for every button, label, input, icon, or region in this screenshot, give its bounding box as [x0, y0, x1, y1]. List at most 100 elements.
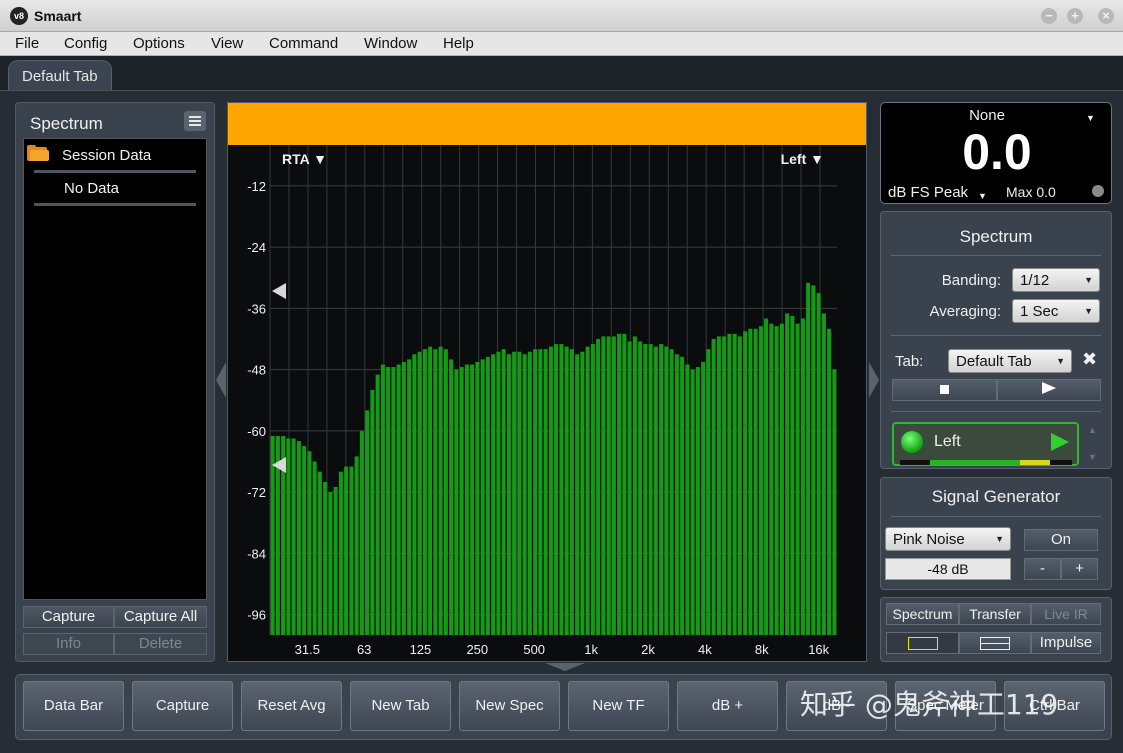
spectrum-bar — [359, 430, 364, 635]
delete-button[interactable]: Delete — [114, 633, 207, 655]
chevron-up-icon[interactable]: ▲ — [1088, 425, 1097, 435]
tools-icon[interactable]: ✖ — [1078, 349, 1101, 372]
transfer-mode-button[interactable]: Transfer — [959, 603, 1031, 625]
generator-on-button[interactable]: On — [1024, 529, 1098, 551]
meter-source[interactable]: None — [881, 107, 1093, 124]
spectrum-bar — [349, 466, 354, 635]
y-tick-label: -48 — [247, 363, 266, 378]
play-icon[interactable] — [1051, 433, 1069, 451]
spectrum-bar — [554, 344, 559, 635]
menu-help[interactable]: Help — [443, 35, 474, 52]
level-up-button[interactable]: + — [1061, 558, 1098, 580]
rta-plot-frame: -12 -24 -36 -48 -60 -72 -84 -96 31.5 63 125 250 500… — [227, 102, 867, 662]
spectrum-bar — [659, 344, 664, 635]
chevron-down-icon[interactable]: ▼ — [1088, 452, 1097, 462]
spectrum-bar — [727, 333, 732, 635]
averaging-select[interactable]: 1 Sec ▼ — [1012, 299, 1100, 323]
spectrum-bar — [732, 333, 737, 635]
channel-strip-left[interactable]: Left — [892, 422, 1079, 466]
menu-command[interactable]: Command — [269, 35, 338, 52]
info-button[interactable]: Info — [23, 633, 114, 655]
chevron-down-icon[interactable]: ▼ — [978, 191, 987, 201]
y-tick-label: -12 — [247, 179, 266, 194]
tab-select[interactable]: Default Tab ▼ — [948, 349, 1072, 373]
menu-window[interactable]: Window — [364, 35, 417, 52]
level-meter[interactable]: None ▼ 0.0 dB FS Peak ▼ Max 0.0 — [880, 102, 1112, 204]
new-tab-button[interactable]: New Tab — [350, 681, 451, 731]
level-down-button[interactable]: - — [1024, 558, 1061, 580]
new-tf-button[interactable]: New TF — [568, 681, 669, 731]
chevron-down-icon[interactable]: ▼ — [1086, 113, 1095, 123]
db-plus-button[interactable]: dB + — [677, 681, 778, 731]
data-list[interactable]: Session Data No Data — [23, 138, 207, 600]
watermark: 知乎 @鬼斧神工119 — [800, 688, 1059, 721]
toolbar-collapse-icon[interactable] — [545, 663, 585, 671]
tab-select-value: Default Tab — [956, 353, 1032, 370]
spectrum-bar — [559, 344, 564, 635]
start-button[interactable] — [997, 379, 1101, 401]
banding-value: 1/12 — [1020, 272, 1050, 289]
minimize-icon[interactable]: − — [1041, 8, 1057, 24]
menu-config[interactable]: Config — [64, 35, 107, 52]
spectrum-bar — [575, 354, 580, 635]
spectrum-bar — [459, 367, 464, 635]
capture-all-button[interactable]: Capture All — [114, 606, 207, 628]
new-spec-button[interactable]: New Spec — [459, 681, 560, 731]
menu-options[interactable]: Options — [133, 35, 185, 52]
capture-button[interactable]: Capture — [23, 606, 114, 628]
channel-selector-label[interactable]: Left ▼ — [781, 151, 824, 167]
maximize-icon[interactable]: + — [1067, 8, 1083, 24]
impulse-button[interactable]: Impulse — [1031, 632, 1101, 654]
rta-mode-label[interactable]: RTA ▼ — [282, 151, 327, 167]
y-tick-label: -96 — [247, 608, 266, 623]
spectrum-bar — [433, 349, 438, 635]
upper-level-handle-icon[interactable] — [272, 283, 286, 299]
spectrum-bar — [496, 351, 501, 635]
meter-type[interactable]: dB FS Peak — [888, 184, 968, 201]
collapse-right-icon[interactable] — [869, 362, 879, 398]
spectrum-bar — [286, 438, 291, 635]
menu-file[interactable]: File — [15, 35, 39, 52]
spectrum-bar — [827, 328, 832, 635]
spectrum-bar — [758, 326, 763, 635]
dual-pane-button[interactable] — [959, 632, 1031, 654]
capture-toolbar-button[interactable]: Capture — [132, 681, 233, 731]
spectrum-bar — [706, 349, 711, 635]
spectrum-bar — [407, 359, 412, 635]
meter-reset-icon[interactable] — [1092, 185, 1104, 197]
spectrum-bar — [296, 441, 301, 635]
spectrum-bar — [638, 341, 643, 635]
spectrum-bar — [291, 438, 296, 635]
data-bar-button[interactable]: Data Bar — [23, 681, 124, 731]
spectrum-bar — [695, 367, 700, 635]
spectrum-bar — [737, 336, 742, 635]
spectrum-bar — [664, 346, 669, 635]
spectrum-bar — [800, 318, 805, 635]
spectrum-mode-button[interactable]: Spectrum — [886, 603, 959, 625]
collapse-left-icon[interactable] — [216, 362, 226, 398]
spectrum-bar — [764, 318, 769, 635]
channel-active-led-icon[interactable] — [901, 431, 923, 453]
spectrum-settings-title: Spectrum — [959, 227, 1033, 246]
spectrum-bar — [527, 351, 532, 635]
spectrum-chart[interactable]: -12 -24 -36 -48 -60 -72 -84 -96 31.5 63 125 250 500… — [228, 103, 868, 663]
spectrum-bar — [354, 456, 359, 635]
live-ir-mode-button[interactable]: Live IR — [1031, 603, 1101, 625]
generator-type-select[interactable]: Pink Noise ▼ — [885, 527, 1011, 551]
spectrum-bar — [680, 356, 685, 635]
stop-button[interactable] — [892, 379, 997, 401]
spectrum-bar — [401, 361, 406, 635]
spectrum-bar — [711, 338, 716, 635]
spectrum-bar — [317, 471, 322, 635]
divider — [34, 203, 196, 206]
session-data-folder[interactable]: Session Data — [62, 147, 151, 164]
close-icon[interactable]: × — [1098, 8, 1114, 24]
single-pane-button[interactable] — [886, 632, 959, 654]
panel-menu-icon[interactable] — [184, 111, 206, 131]
menu-view[interactable]: View — [211, 35, 243, 52]
banding-select[interactable]: 1/12 ▼ — [1012, 268, 1100, 292]
reset-avg-button[interactable]: Reset Avg — [241, 681, 342, 731]
spectrum-bar — [596, 338, 601, 635]
play-icon — [1042, 382, 1056, 394]
tab-default[interactable]: Default Tab — [8, 60, 112, 90]
